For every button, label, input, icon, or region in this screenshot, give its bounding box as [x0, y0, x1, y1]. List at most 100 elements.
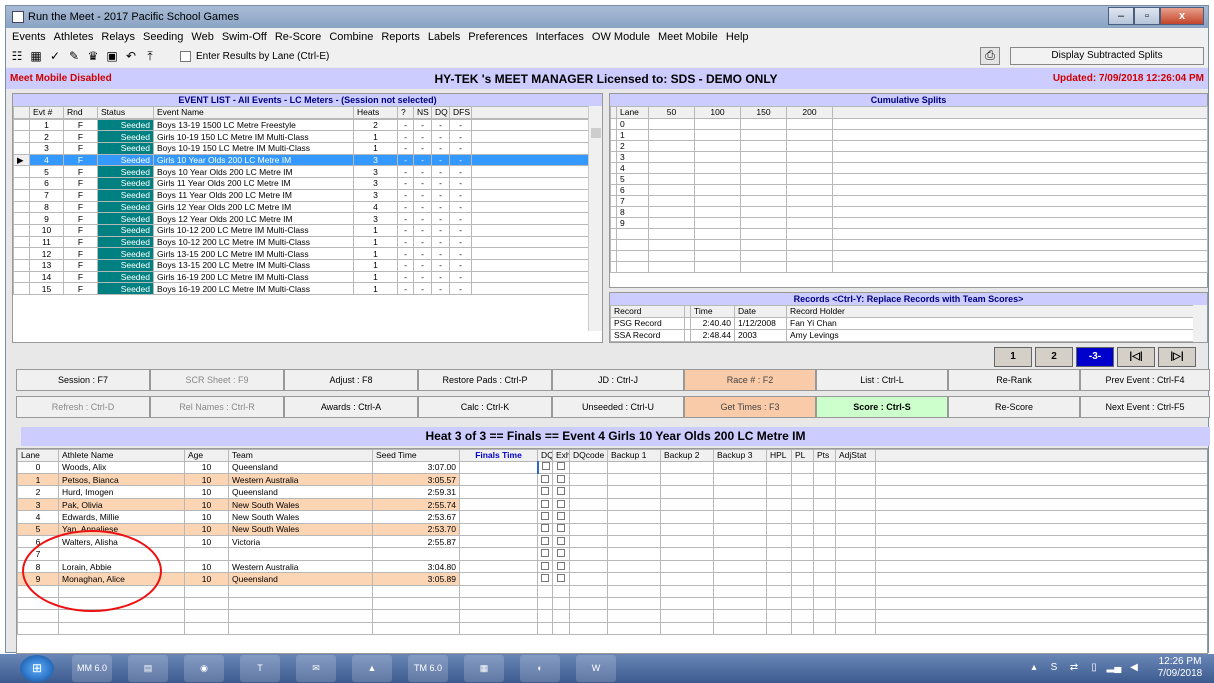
dq-checkbox[interactable]	[541, 474, 549, 483]
refresh-button[interactable]: Refresh : Ctrl-D	[16, 396, 150, 418]
tray-arrow-icon[interactable]: ▴	[1026, 660, 1042, 676]
finals-time-field[interactable]	[459, 522, 538, 537]
re-score-button[interactable]: Re-Score	[948, 396, 1080, 418]
menu-help[interactable]: Help	[722, 31, 753, 43]
skype-icon[interactable]: S	[1046, 660, 1062, 676]
exh-checkbox[interactable]	[557, 462, 565, 471]
undo-icon[interactable]: ↶	[123, 48, 139, 64]
exh-checkbox[interactable]	[557, 524, 565, 533]
event-row[interactable]: 15 F Seeded Boys 16-19 200 LC Metre IM Mult…	[13, 282, 591, 295]
lane-row[interactable]: 8 Lorain, Abbie 10 Western Australia 3:04.80	[17, 559, 1207, 574]
event-row[interactable]: ▶ 4 F Seeded Girls 10 Year Olds 200 LC Metre…	[13, 153, 591, 167]
athletes-icon[interactable]: ▦	[28, 48, 44, 64]
col-dfs[interactable]: DFS	[449, 106, 472, 119]
finals-time-field[interactable]	[459, 473, 538, 487]
finals-time-field[interactable]	[459, 497, 538, 512]
minimize-button[interactable]: –	[1108, 7, 1134, 25]
menu-re-score[interactable]: Re-Score	[271, 31, 325, 43]
re-rank-button[interactable]: Re-Rank	[948, 369, 1080, 391]
event-row[interactable]: 5 F Seeded Boys 10 Year Olds 200 LC Metre I…	[13, 165, 591, 179]
title-bar[interactable]: Run the Meet - 2017 Pacific School Games…	[6, 6, 1208, 28]
dq-checkbox[interactable]	[541, 561, 549, 570]
event-row[interactable]: 12 F Seeded Girls 13-15 200 LC Metre IM Mul…	[13, 247, 591, 260]
event-row[interactable]: 8 F Seeded Girls 12 Year Olds 200 LC Metre …	[13, 200, 591, 214]
col-q[interactable]: ?	[397, 106, 414, 119]
event-row[interactable]: 3 F Seeded Boys 10-19 150 LC Metre IM Multi…	[13, 142, 591, 155]
menu-meet-mobile[interactable]: Meet Mobile	[654, 31, 722, 43]
dq-checkbox[interactable]	[541, 462, 550, 471]
maximize-button[interactable]: ▫	[1134, 7, 1160, 25]
finals-time-field[interactable]	[459, 559, 538, 574]
scr-sheet-button[interactable]: SCR Sheet : F9	[150, 369, 284, 391]
menu-events[interactable]: Events	[8, 31, 50, 43]
heat-3-button[interactable]: -3-	[1076, 347, 1114, 367]
network-share-icon[interactable]: ⇄	[1066, 660, 1082, 676]
event-row[interactable]: 6 F Seeded Girls 11 Year Olds 200 LC Metre …	[13, 177, 591, 190]
col-dq[interactable]: DQ	[431, 106, 450, 119]
exh-checkbox[interactable]	[557, 549, 565, 558]
menu-swim-off[interactable]: Swim-Off	[218, 31, 271, 43]
edit-icon[interactable]: ✎	[66, 48, 82, 64]
event-list-icon[interactable]: ☷	[9, 48, 25, 64]
close-button[interactable]: x	[1160, 7, 1204, 25]
first-heat-icon[interactable]: |◁|	[1117, 347, 1155, 367]
lane-row[interactable]: 6 Walters, Alisha 10 Victoria 2:55.87	[17, 535, 1207, 549]
taskbar-app-vlc[interactable]: ▲	[352, 655, 392, 682]
col-heats[interactable]: Heats	[353, 106, 398, 119]
lane-row[interactable]: 0 Woods, Alix 10 Queensland 3:07.00	[17, 460, 1207, 475]
record-row[interactable]: PSG Record 2:40.40 1/12/2008 Fan Yi Chan	[610, 316, 1196, 330]
dq-checkbox[interactable]	[541, 487, 549, 496]
start-button[interactable]: ⊞	[20, 655, 54, 682]
race-number-button[interactable]: Race # : F2	[684, 369, 816, 391]
exh-checkbox[interactable]	[557, 536, 565, 545]
list-button[interactable]: List : Ctrl-L	[816, 369, 948, 391]
menu-preferences[interactable]: Preferences	[464, 31, 531, 43]
taskbar-app-firefox[interactable]: ◉	[184, 655, 224, 682]
taskbar-app-tm[interactable]: TM 6.0	[408, 655, 448, 682]
finals-time-field[interactable]	[459, 460, 539, 475]
lane-row[interactable]: 3 Pak, Olivia 10 New South Wales 2:55.74	[17, 497, 1207, 512]
event-list-scrollbar[interactable]	[588, 106, 602, 331]
finals-time-field[interactable]	[459, 485, 538, 499]
taskbar-app-media[interactable]: ◐	[520, 655, 560, 682]
finals-time-field[interactable]	[459, 510, 538, 524]
heat-2-button[interactable]: 2	[1035, 347, 1073, 367]
battery-icon[interactable]: ▯	[1086, 660, 1102, 676]
lane-row[interactable]: 9 Monaghan, Alice 10 Queensland 3:05.89	[17, 572, 1207, 586]
lane-row[interactable]: 5 Yan, Annaliese 10 New South Wales 2:53.70	[17, 522, 1207, 537]
col-ns[interactable]: NS	[413, 106, 432, 119]
dq-checkbox[interactable]	[541, 536, 549, 545]
print-icon[interactable]: ⎙	[980, 47, 1000, 65]
lane-row[interactable]: 4 Edwards, Millie 10 New South Wales 2:53.67	[17, 510, 1207, 524]
exh-checkbox[interactable]	[557, 474, 565, 483]
relay-icon[interactable]: ✓	[47, 48, 63, 64]
event-row[interactable]: 9 F Seeded Boys 12 Year Olds 200 LC Metre I…	[13, 212, 591, 225]
dq-checkbox[interactable]	[541, 499, 549, 508]
menu-labels[interactable]: Labels	[424, 31, 464, 43]
report-icon[interactable]: ▣	[104, 48, 120, 64]
session-button[interactable]: Session : F7	[16, 369, 150, 391]
menu-ow-module[interactable]: OW Module	[588, 31, 654, 43]
clock[interactable]: 12:26 PM 7/09/2018	[1150, 656, 1210, 680]
records-scrollbar[interactable]	[1193, 305, 1207, 342]
event-row[interactable]: 1 F Seeded Boys 13-19 1500 LC Metre Freesty…	[13, 118, 591, 132]
menu-athletes[interactable]: Athletes	[50, 31, 98, 43]
signal-icon[interactable]: ▂▄	[1106, 660, 1122, 676]
exh-checkbox[interactable]	[557, 561, 565, 570]
finals-time-field[interactable]	[459, 572, 538, 586]
dq-checkbox[interactable]	[541, 524, 549, 533]
dq-checkbox[interactable]	[541, 511, 549, 520]
menu-combine[interactable]: Combine	[325, 31, 377, 43]
menu-relays[interactable]: Relays	[97, 31, 139, 43]
folder-up-icon[interactable]: ⤒	[142, 48, 158, 64]
event-row[interactable]: 2 F Seeded Girls 10-19 150 LC Metre IM Mult…	[13, 130, 591, 144]
taskbar-app-word[interactable]: W	[576, 655, 616, 682]
event-row[interactable]: 10 F Seeded Girls 10-12 200 LC Metre IM Mul…	[13, 223, 591, 237]
enter-by-lane-checkbox[interactable]	[180, 50, 191, 62]
taskbar-app-mm[interactable]: MM 6.0	[72, 655, 112, 682]
unseeded-button[interactable]: Unseeded : Ctrl-U	[552, 396, 684, 418]
calc-button[interactable]: Calc : Ctrl-K	[418, 396, 552, 418]
event-row[interactable]: 7 F Seeded Boys 11 Year Olds 200 LC Metre I…	[13, 188, 591, 202]
display-subtracted-splits-button[interactable]: Display Subtracted Splits	[1010, 47, 1204, 65]
awards-button[interactable]: Awards : Ctrl-A	[284, 396, 418, 418]
